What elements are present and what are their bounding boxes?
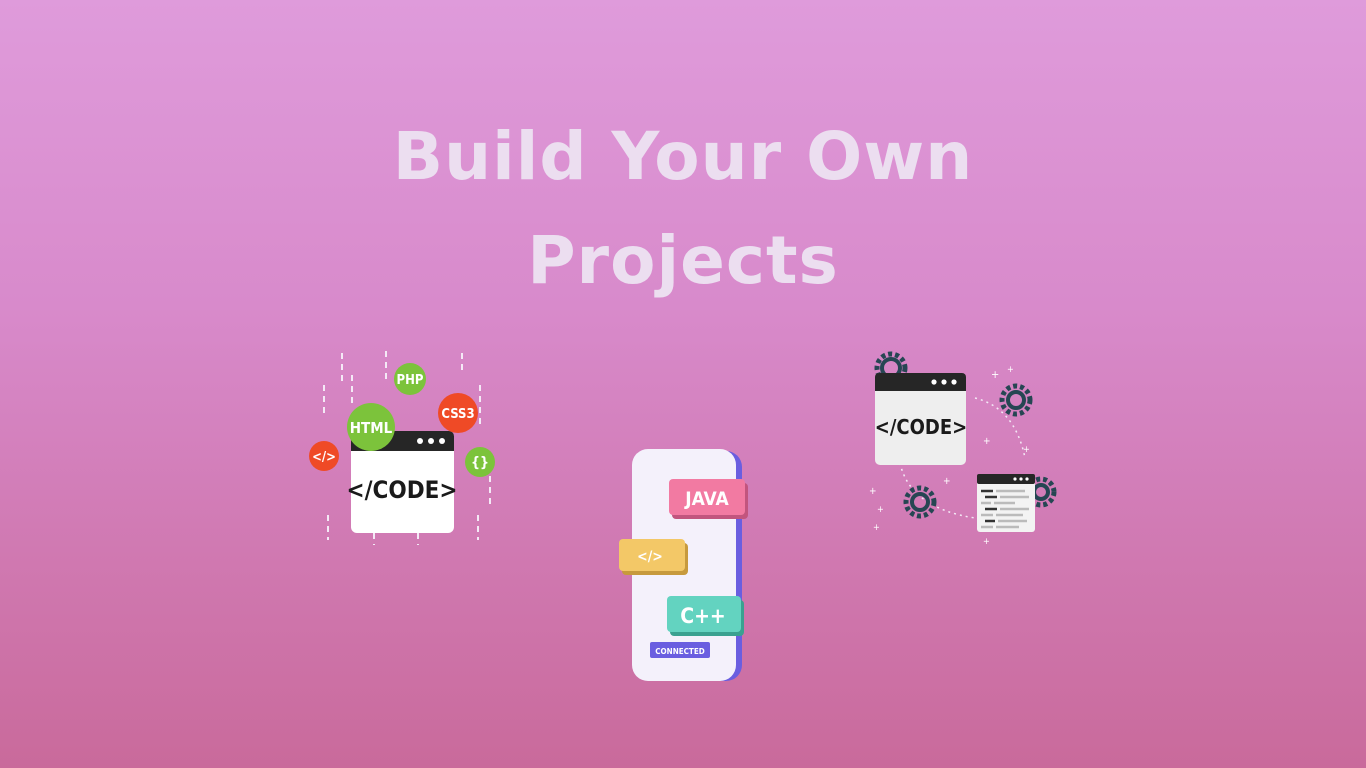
braces-badge: {} bbox=[465, 447, 495, 477]
svg-text:+: + bbox=[983, 537, 990, 547]
code-window: </CODE> bbox=[875, 373, 967, 465]
css3-badge: CSS3 bbox=[438, 393, 478, 433]
svg-text:+: + bbox=[877, 505, 884, 515]
svg-text:</>: </> bbox=[312, 450, 336, 465]
gear-icon bbox=[999, 383, 1033, 417]
code-languages-illustration: </CODE> PHP HTML CSS3 </> {} bbox=[309, 351, 495, 545]
svg-text:HTML: HTML bbox=[350, 419, 393, 437]
code-document-window bbox=[977, 474, 1035, 532]
java-tag: JAVA bbox=[669, 479, 748, 519]
page-title-line-2: Projects bbox=[527, 222, 839, 299]
code-label: </CODE> bbox=[875, 415, 967, 439]
svg-text:+: + bbox=[991, 368, 999, 381]
svg-text:PHP: PHP bbox=[397, 373, 424, 388]
svg-text:C++: C++ bbox=[680, 604, 726, 628]
code-label: </CODE> bbox=[347, 476, 458, 504]
html-badge: HTML bbox=[347, 403, 395, 451]
page-title-line-1: Build Your Own bbox=[392, 118, 974, 195]
svg-text:JAVA: JAVA bbox=[684, 488, 729, 510]
svg-text:{}: {} bbox=[471, 455, 489, 471]
connected-status: CONNECTED bbox=[650, 642, 710, 658]
svg-text:CSS3: CSS3 bbox=[441, 407, 474, 422]
svg-text:+: + bbox=[869, 486, 877, 497]
tag-badge: </> bbox=[309, 441, 339, 471]
phone-illustration: JAVA </> C++ CONNECTED bbox=[619, 449, 748, 681]
code-gears-illustration: + + + + + + + + + </CODE> bbox=[869, 351, 1057, 547]
svg-text:</>: </> bbox=[637, 549, 663, 565]
svg-text:CONNECTED: CONNECTED bbox=[655, 647, 704, 656]
svg-text:+: + bbox=[943, 476, 951, 487]
svg-text:+: + bbox=[873, 523, 880, 533]
code-tag: </> bbox=[619, 539, 688, 575]
svg-text:+: + bbox=[1023, 445, 1030, 455]
php-badge: PHP bbox=[394, 363, 426, 395]
svg-text:+: + bbox=[983, 436, 991, 447]
svg-text:+: + bbox=[1007, 365, 1014, 375]
gear-icon bbox=[903, 485, 937, 519]
cpp-tag: C++ bbox=[667, 596, 744, 636]
